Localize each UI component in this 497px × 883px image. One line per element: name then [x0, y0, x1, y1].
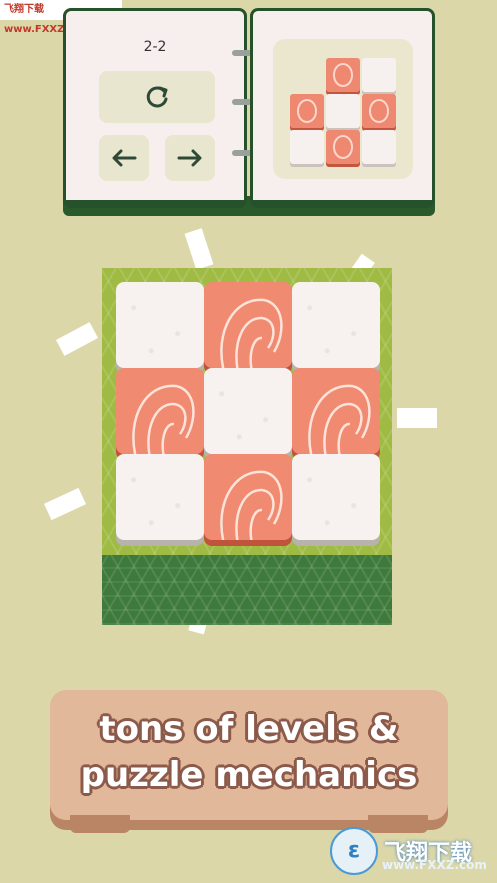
board-tile-rice[interactable] [116, 454, 204, 540]
sparkle [397, 408, 437, 428]
slogan: tons of levels & puzzle mechanics [50, 706, 448, 798]
puzzle-grid [116, 282, 382, 552]
preview-tile-salmon [290, 94, 324, 128]
sparkle [55, 322, 99, 356]
board-tile-salmon[interactable] [204, 454, 292, 540]
watermark-url: www.FXXZ.com [382, 858, 487, 872]
preview-tile-salmon [326, 130, 360, 164]
slogan-line-1: tons of levels & [99, 709, 399, 749]
board-tile-rice[interactable] [292, 454, 380, 540]
board-tile-rice[interactable] [204, 368, 292, 454]
preview-tile-salmon [326, 58, 360, 92]
board-tile-rice[interactable] [292, 282, 380, 368]
board-tile-salmon[interactable] [204, 282, 292, 368]
board-tile-salmon[interactable] [116, 368, 204, 454]
arrow-right-icon [177, 149, 202, 167]
watermark-bottom: ε 飞翔下载 www.FXXZ.com [330, 818, 497, 883]
arrow-left-icon [112, 149, 137, 167]
preview-tile-salmon [362, 94, 396, 128]
next-level-button[interactable] [165, 135, 215, 181]
wood-leg [70, 815, 130, 833]
preview-empty-cell [289, 57, 325, 93]
preview-tile-rice [362, 130, 396, 164]
restart-button[interactable] [99, 71, 215, 123]
preview-page [250, 8, 435, 208]
sparkle [43, 487, 87, 521]
preview-tile-rice [290, 130, 324, 164]
watermark-logo-icon: ε [330, 826, 378, 875]
board-tile-rice[interactable] [116, 282, 204, 368]
board-tile-salmon[interactable] [292, 368, 380, 454]
level-label: 2-2 [143, 39, 167, 55]
board-base [102, 555, 392, 625]
level-page: 2-2 [63, 8, 247, 208]
slogan-line-2: puzzle mechanics [80, 755, 418, 795]
prev-level-button[interactable] [99, 135, 149, 181]
preview-tile-rice [326, 94, 360, 128]
preview-grid [289, 57, 397, 165]
preview-tile-rice [362, 58, 396, 92]
sparkle [184, 228, 214, 270]
restart-icon [146, 86, 168, 108]
